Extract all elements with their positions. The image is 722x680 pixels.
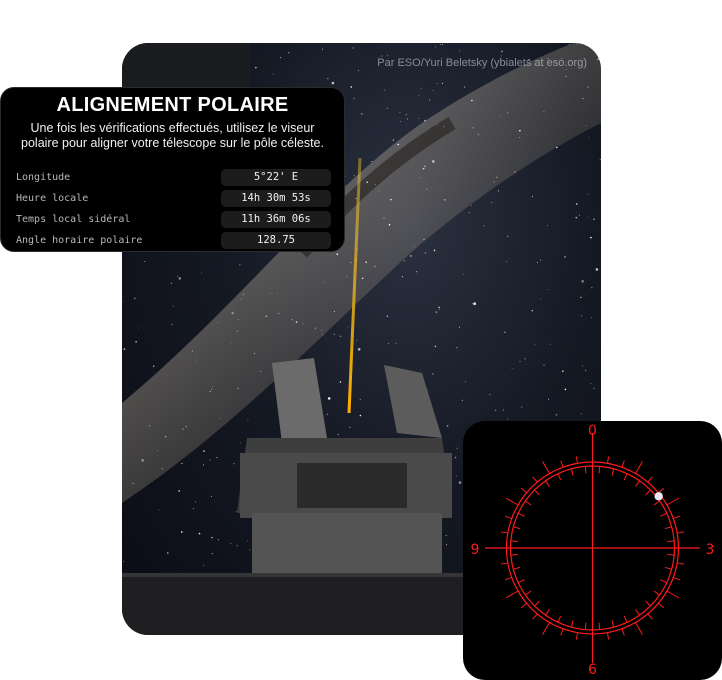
reticle-tick <box>534 489 540 496</box>
reticle-tick <box>557 473 562 481</box>
row-label: Longitude <box>16 172 71 183</box>
reticle-tick <box>532 613 538 620</box>
reticle-tick <box>598 466 601 474</box>
reticle-tick <box>560 628 564 636</box>
row-longitude: Longitude 5°22' E <box>1 168 346 189</box>
row-sidereal-time: Temps local sidéral 11h 36m 06s <box>1 210 346 231</box>
reticle-tick <box>500 562 508 565</box>
reticle-tick <box>611 468 615 476</box>
reticle-tick <box>513 566 521 570</box>
reticle-svg: 0 3 6 9 <box>471 423 715 678</box>
reticle-tick <box>673 515 681 520</box>
reticle-tick <box>505 590 519 599</box>
row-local-time: Heure locale 14h 30m 53s <box>1 189 346 210</box>
reticle-tick <box>647 476 653 483</box>
reticle-tick <box>504 515 512 520</box>
reticle-tick <box>510 554 518 556</box>
reticle-tick <box>584 466 587 474</box>
photo-credit: Par ESO/Yuri Beletsky (ybialets at eso.o… <box>377 57 587 69</box>
row-value: 128.75 <box>221 232 331 249</box>
reticle-label-right: 3 <box>706 542 715 558</box>
row-label: Angle horaire polaire <box>16 235 143 246</box>
reticle-tick <box>517 512 525 517</box>
reticle-tick <box>545 480 550 487</box>
reticle-tick <box>557 615 562 623</box>
reticle-tick <box>520 602 527 609</box>
reticle-tick <box>560 460 564 468</box>
reticle-tick <box>598 622 601 630</box>
reticle-tick <box>520 487 527 494</box>
reticle-tick <box>575 632 579 640</box>
reticle-tick <box>542 622 550 635</box>
reticle-tick <box>666 590 680 599</box>
reticle-tick <box>667 554 675 556</box>
reticle-tick <box>635 461 643 474</box>
reticle-tick <box>570 468 574 476</box>
reticle-tick <box>623 473 628 481</box>
reticle-tick <box>621 460 625 468</box>
reticle-tick <box>645 489 651 496</box>
reticle-tick <box>621 628 625 636</box>
reticle-tick <box>542 461 550 474</box>
reticle-tick <box>660 579 668 584</box>
reticle-label-top: 0 <box>588 423 597 439</box>
reticle-tick <box>517 579 525 584</box>
reticle-tick <box>584 622 587 630</box>
photo-corner-shadow <box>122 43 250 93</box>
reticle-tick <box>673 576 681 581</box>
reticle-tick <box>658 602 665 609</box>
reticle-label-bottom: 6 <box>588 662 597 678</box>
panel-title: ALIGNEMENT POLAIRE <box>56 94 289 116</box>
reticle-tick <box>525 500 532 506</box>
reticle-tick <box>677 531 685 534</box>
row-label: Heure locale <box>16 193 89 204</box>
row-value: 14h 30m 53s <box>221 190 331 207</box>
info-rows: Longitude 5°22' E Heure locale 14h 30m 5… <box>1 168 346 252</box>
reticle-tick <box>666 497 680 506</box>
row-value: 5°22' E <box>221 169 331 186</box>
row-hour-angle: Angle horaire polaire 128.75 <box>1 231 346 252</box>
reticle-tick <box>623 615 628 623</box>
reticle-tick <box>653 590 660 596</box>
polar-alignment-panel: ALIGNEMENT POLAIRE Une fois les vérifica… <box>0 87 345 252</box>
reticle-tick <box>513 526 521 530</box>
reticle-tick <box>510 540 518 542</box>
reticle-tick <box>606 456 610 464</box>
reticle-tick <box>677 562 685 565</box>
reticle-tick <box>606 632 610 640</box>
reticle-tick <box>532 476 538 483</box>
reticle-tick <box>534 600 540 607</box>
reticle-tick <box>664 526 672 530</box>
polaris-marker <box>654 492 663 501</box>
reticle-tick <box>575 456 579 464</box>
reticle-tick <box>505 497 519 506</box>
reticle-tick <box>611 620 615 628</box>
reticle-tick <box>664 566 672 570</box>
reticle-label-left: 9 <box>471 542 480 558</box>
panel-description: Une fois les vérifications effectués, ut… <box>21 121 324 150</box>
reticle-tick <box>658 487 665 494</box>
reticle-tick <box>635 609 640 616</box>
reticle-tick <box>570 620 574 628</box>
row-value: 11h 36m 06s <box>221 211 331 228</box>
polar-scope-reticle: 0 3 6 9 <box>463 421 722 680</box>
reticle-tick <box>525 590 532 596</box>
reticle-tick <box>660 512 668 517</box>
reticle-tick <box>635 480 640 487</box>
reticle-tick <box>645 600 651 607</box>
reticle-tick <box>667 540 675 542</box>
reticle-tick <box>653 500 660 506</box>
reticle-tick <box>635 622 643 635</box>
reticle-tick <box>545 609 550 616</box>
reticle-tick <box>647 613 653 620</box>
row-label: Temps local sidéral <box>16 214 131 225</box>
reticle-tick <box>504 576 512 581</box>
reticle-tick <box>500 531 508 534</box>
